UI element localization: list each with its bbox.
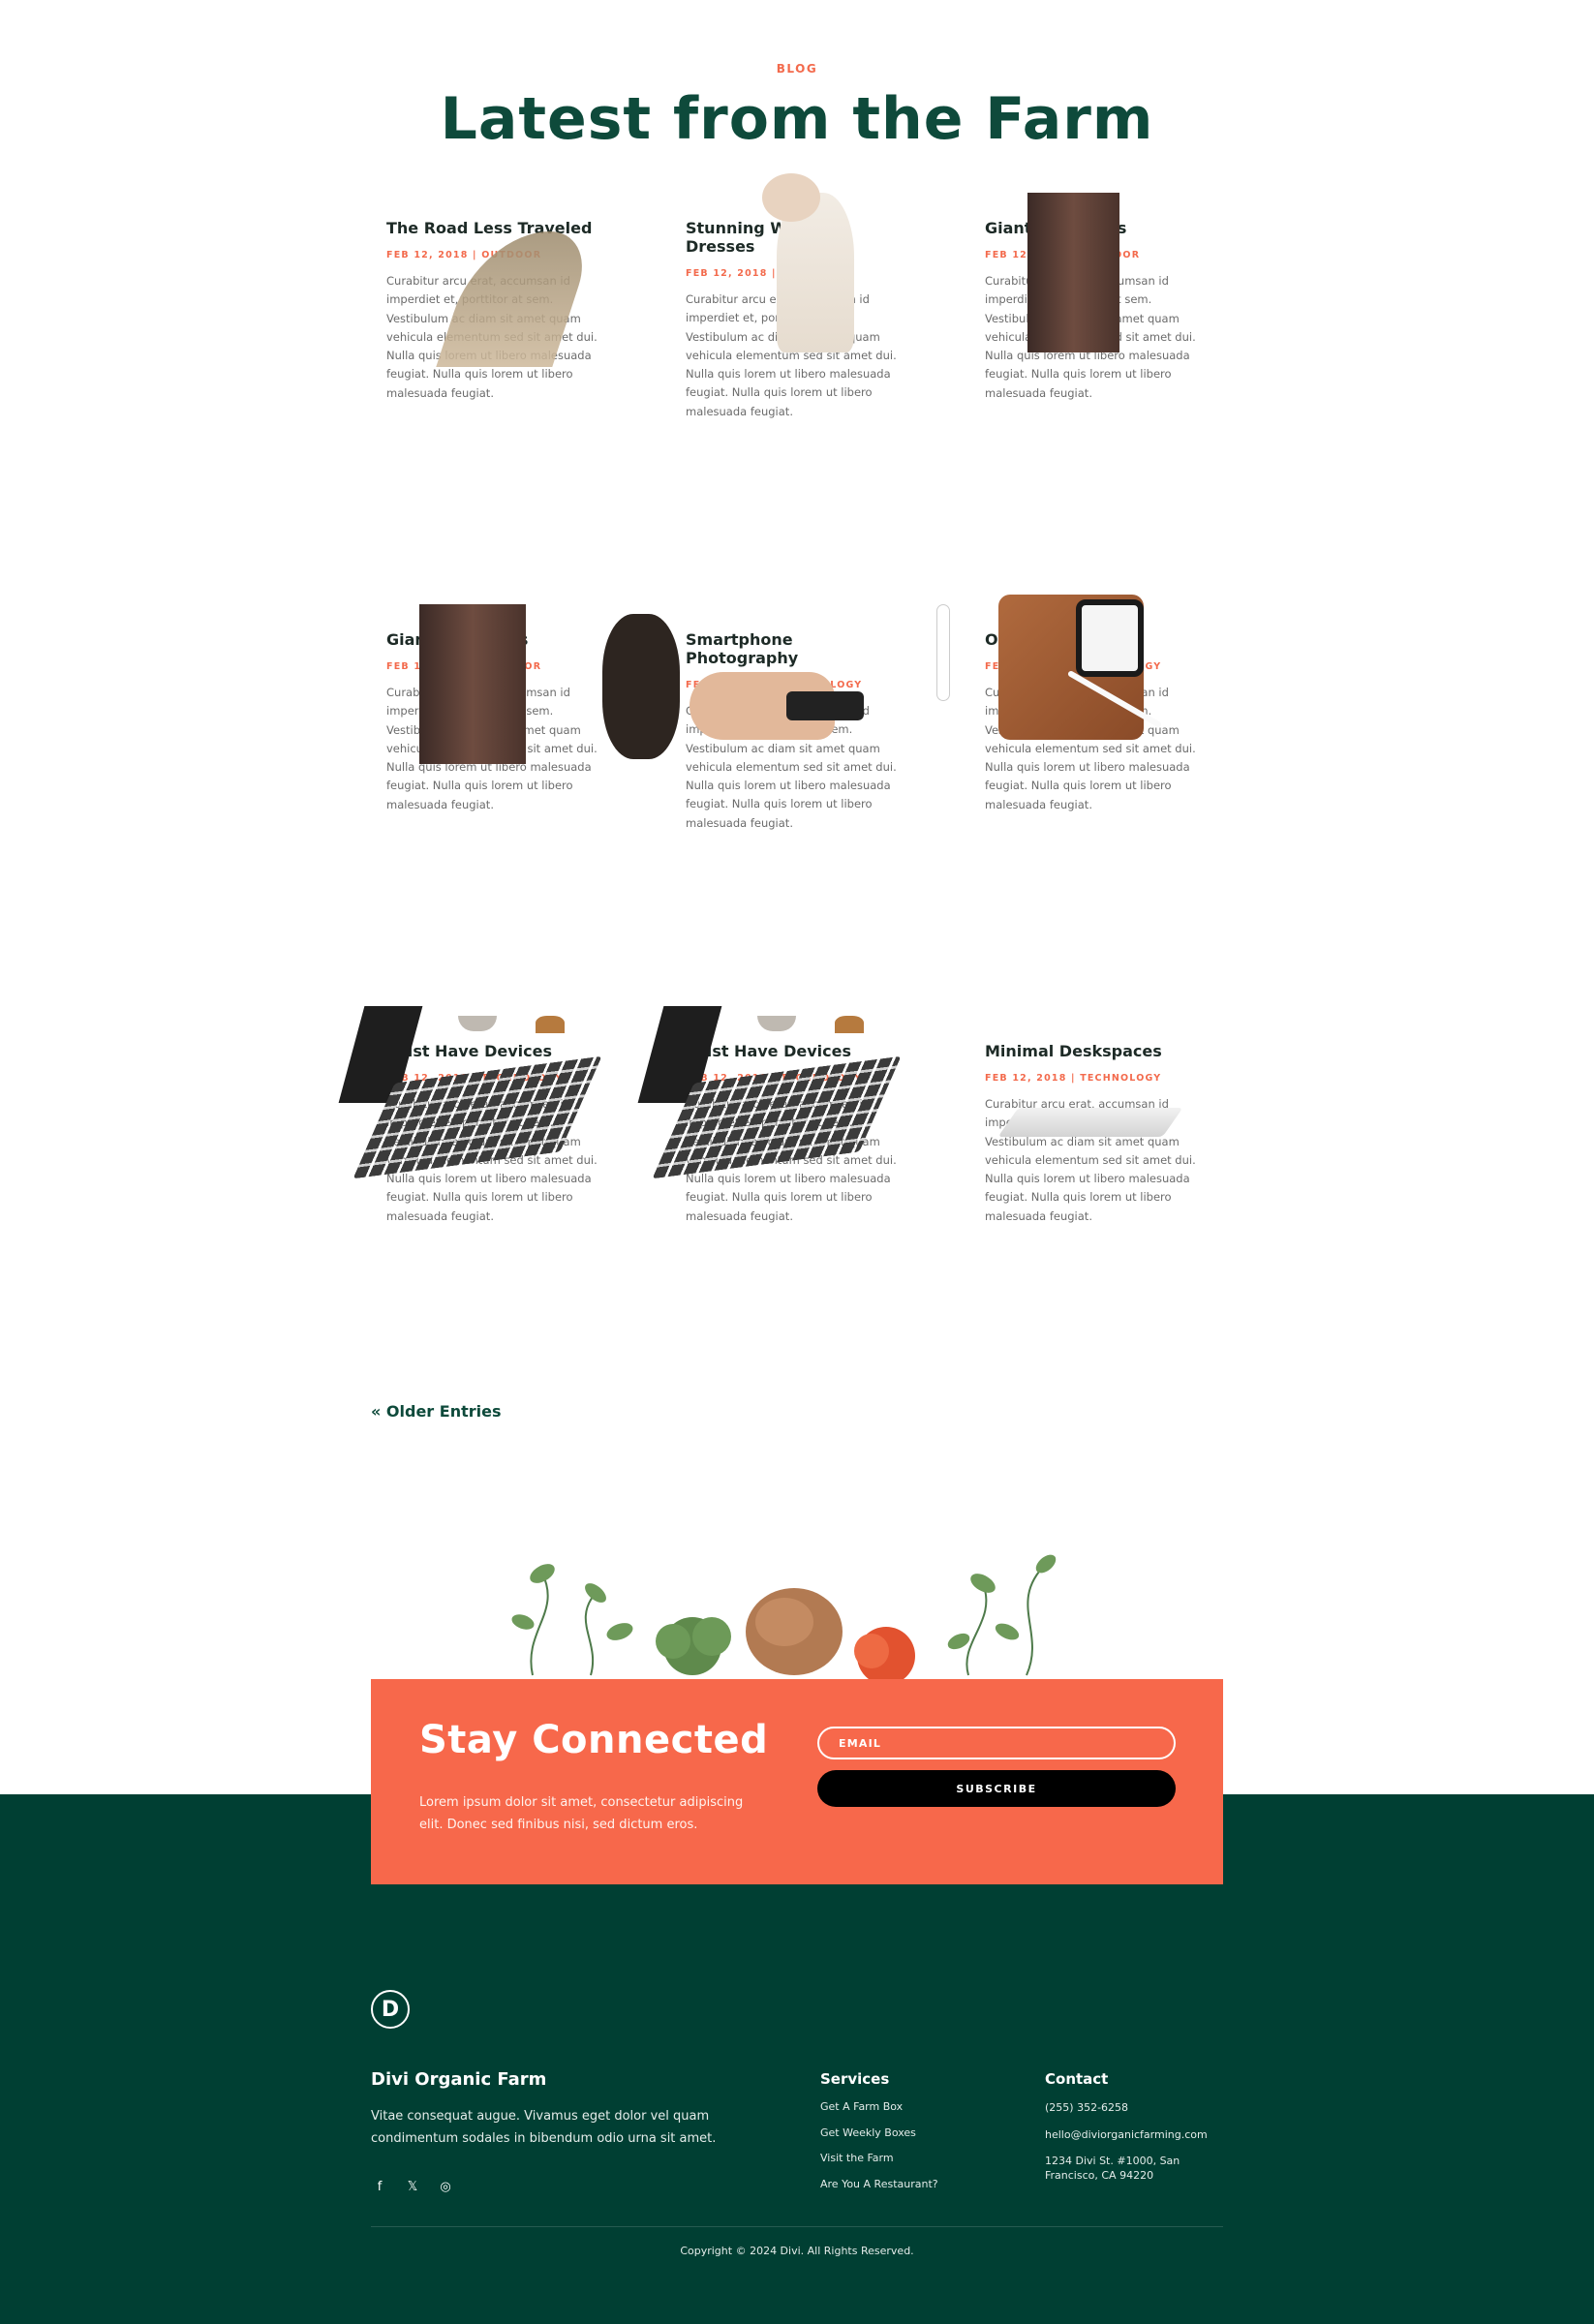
x-icon[interactable]: 𝕏 bbox=[404, 2178, 421, 2195]
brand-text: Vitae consequat augue. Vivamus eget dolo… bbox=[371, 2109, 717, 2146]
services-link[interactable]: Get A Farm Box bbox=[820, 2100, 903, 2113]
post-title[interactable]: Must Have Devices bbox=[686, 1042, 909, 1060]
page-title: Latest from the Farm bbox=[440, 85, 1154, 153]
post-title[interactable]: Must Have Devices bbox=[386, 1042, 610, 1060]
instagram-icon[interactable]: ◎ bbox=[437, 2178, 454, 2195]
divi-logo[interactable]: D bbox=[371, 1990, 410, 2029]
blog-card: Smartphone Photography FEB 12, 2018 | TE… bbox=[602, 604, 925, 1016]
contact-title: Contact bbox=[1045, 2070, 1109, 2088]
social-links: f 𝕏 ◎ bbox=[371, 2178, 454, 2195]
post-title[interactable]: Smartphone Photography bbox=[686, 630, 909, 667]
blog-card: Minimal Deskspaces FEB 12, 2018 | TECHNO… bbox=[969, 1016, 1224, 1427]
blog-card: On The Go FEB 12, 2018 | TECHNOLOGY Cura… bbox=[936, 595, 1224, 1016]
older-entries-link[interactable]: « Older Entries bbox=[371, 1402, 501, 1421]
services-title: Services bbox=[820, 2070, 890, 2088]
services-link[interactable]: Get Weekly Boxes bbox=[820, 2126, 916, 2139]
blog-grid: The Road Less Traveled FEB 12, 2018 | OU… bbox=[338, 173, 1224, 1427]
contact-email: hello@diviorganicfarming.com bbox=[1045, 2127, 1208, 2141]
blog-card: Must Have Devices FEB 12, 2018 | TECHNOL… bbox=[637, 1006, 925, 1427]
services-link[interactable]: Are You A Restaurant? bbox=[820, 2178, 938, 2190]
email-field[interactable] bbox=[817, 1727, 1176, 1759]
blog-card: The Road Less Traveled FEB 12, 2018 | OU… bbox=[371, 193, 626, 604]
services-link[interactable]: Visit the Farm bbox=[820, 2152, 894, 2164]
contact-address: 1234 Divi St. #1000, San Francisco, CA 9… bbox=[1045, 2155, 1180, 2183]
cta-title: Stay Connected bbox=[419, 1718, 769, 1762]
facebook-icon[interactable]: f bbox=[371, 2178, 388, 2195]
post-title[interactable]: Minimal Deskspaces bbox=[985, 1042, 1209, 1060]
post-title[interactable]: The Road Less Traveled bbox=[386, 219, 610, 237]
newsletter-cta: Stay Connected Lorem ipsum dolor sit ame… bbox=[371, 1679, 1223, 1884]
contact-phone: (255) 352-6258 bbox=[1045, 2101, 1129, 2114]
blog-card: Giant Redwoods FEB 12, 2018 | OUTDOOR Cu… bbox=[969, 193, 1224, 604]
blog-card: Must Have Devices FEB 12, 2018 | TECHNOL… bbox=[338, 1006, 626, 1427]
footer-services: Services Get A Farm Box Get Weekly Boxes… bbox=[820, 2070, 938, 2203]
blog-card: Giant Redwoods FEB 12, 2018 | OUTDOOR Cu… bbox=[371, 604, 626, 1016]
vegetables-illustration bbox=[511, 1554, 1057, 1680]
footer-divider bbox=[371, 2226, 1223, 2227]
blog-eyebrow: BLOG bbox=[776, 62, 818, 76]
brand-name: Divi Organic Farm bbox=[371, 2069, 547, 2090]
footer-contact: Contact (255) 352-6258 hello@diviorganic… bbox=[1045, 2070, 1229, 2195]
post-meta: FEB 12, 2018 | TECHNOLOGY bbox=[985, 1073, 1162, 1084]
cta-text: Lorem ipsum dolor sit amet, consectetur … bbox=[419, 1795, 744, 1832]
blog-card: Stunning Wedding Dresses FEB 12, 2018 | … bbox=[670, 173, 925, 604]
copyright: Copyright © 2024 Divi. All Rights Reserv… bbox=[680, 2245, 914, 2257]
subscribe-button[interactable]: SUBSCRIBE bbox=[817, 1770, 1176, 1807]
